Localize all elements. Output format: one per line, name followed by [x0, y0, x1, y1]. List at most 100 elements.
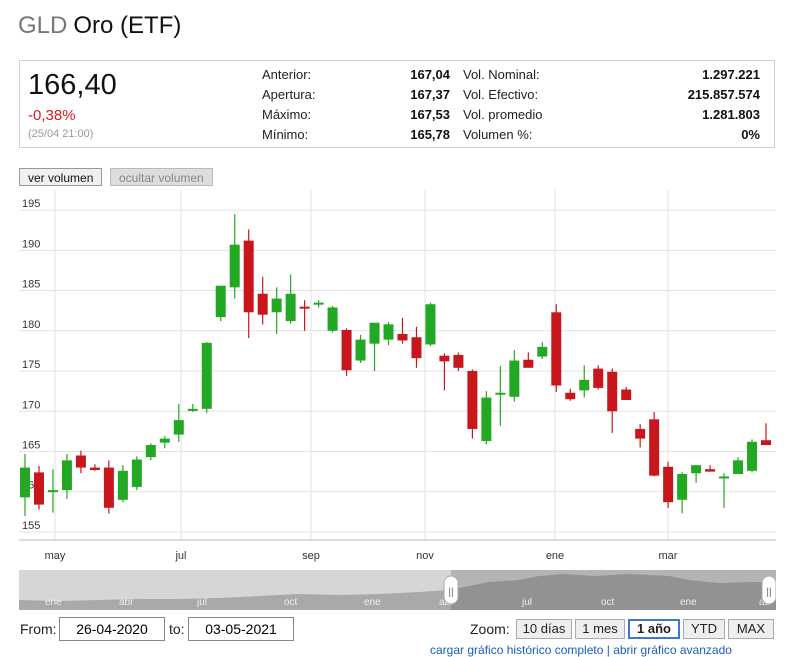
navigator-label: ene	[680, 597, 697, 608]
stat-value-vol-nominal: 1.297.221	[702, 67, 760, 82]
candle-body	[607, 371, 618, 412]
zoom-1-month-button[interactable]: 1 mes	[575, 619, 625, 639]
stat-label-vol-efectivo: Vol. Efectivo:	[463, 87, 539, 102]
candle-body	[145, 445, 156, 458]
stat-label-minimo: Mínimo:	[262, 127, 309, 142]
price-change-percent: -0,38%	[28, 107, 76, 124]
candle-body	[537, 346, 548, 357]
stat-value-vol-promedio: 1.281.803	[702, 107, 760, 122]
ticker-symbol: GLD	[18, 12, 68, 39]
x-tick-label: jul	[174, 550, 186, 562]
candle-body	[481, 397, 492, 442]
candle-body	[425, 304, 436, 345]
quote-summary-box: 166,40 -0,38% (25/04 21:00) Anterior: 16…	[19, 60, 775, 148]
candle-body	[439, 355, 450, 362]
candle-body	[117, 470, 128, 500]
candle-body	[663, 466, 674, 503]
candle-body	[677, 474, 688, 500]
candle-body	[33, 472, 44, 505]
stat-label-vol-nominal: Vol. Nominal:	[463, 67, 540, 82]
instrument-name: Oro (ETF)	[73, 12, 182, 39]
zoom-ytd-button[interactable]: YTD	[683, 619, 725, 639]
range-navigator[interactable]: eneabrjulocteneabrjulocteneab||||	[19, 570, 776, 610]
candle-body	[397, 334, 408, 341]
candle-body	[159, 438, 170, 443]
chart-links[interactable]: cargar gráfico histórico completo | abri…	[430, 643, 732, 657]
candle-body	[747, 441, 758, 471]
y-tick-label: 170	[22, 399, 40, 411]
candle-body	[75, 455, 86, 468]
candle-body	[635, 428, 646, 439]
quote-timestamp: (25/04 21:00)	[28, 128, 94, 140]
stat-label-apertura: Apertura:	[262, 87, 316, 102]
navigator-label: abr	[119, 597, 134, 608]
y-tick-label: 180	[22, 319, 40, 331]
stat-label-anterior: Anterior:	[262, 67, 312, 82]
navigator-label: oct	[284, 597, 298, 608]
stat-value-volumen-pct: 0%	[741, 127, 760, 142]
candle-body	[257, 293, 268, 315]
candle-body	[103, 467, 114, 508]
candle-body	[369, 322, 380, 344]
candle-body	[187, 408, 198, 411]
candle-body	[733, 460, 744, 475]
zoom-10-days-button[interactable]: 10 días	[516, 619, 572, 639]
last-price: 166,40	[28, 69, 117, 101]
candle-body	[215, 285, 226, 318]
handle-grip-icon: ||	[448, 587, 453, 598]
stat-value-vol-efectivo: 215.857.574	[687, 87, 760, 102]
from-date-input[interactable]	[59, 617, 165, 641]
page-title: GLD Oro (ETF)	[18, 12, 181, 40]
y-tick-label: 165	[22, 439, 40, 451]
candle-body	[705, 469, 716, 472]
navigator-label: ene	[45, 597, 62, 608]
y-tick-label: 185	[22, 279, 40, 291]
to-date-input[interactable]	[188, 617, 294, 641]
candle-body	[565, 392, 576, 400]
candle-body	[593, 368, 604, 388]
candle-body	[229, 244, 240, 288]
candle-body	[355, 339, 366, 361]
candle-body	[299, 306, 310, 309]
stat-label-maximo: Máximo:	[262, 107, 312, 122]
candle-body	[20, 467, 30, 498]
x-tick-label: may	[45, 550, 66, 562]
navigator-label: jul	[196, 597, 207, 608]
candle-body	[719, 476, 730, 479]
candle-body	[89, 467, 100, 470]
candle-body	[551, 312, 562, 386]
candle-body	[201, 342, 212, 409]
candle-body	[383, 324, 394, 340]
y-tick-label: 155	[22, 520, 40, 532]
candle-body	[509, 360, 520, 397]
candle-body	[285, 293, 296, 322]
candle-body	[313, 302, 324, 305]
candle-body	[467, 371, 478, 429]
candle-body	[243, 240, 254, 313]
candle-body	[649, 419, 660, 476]
x-tick-label: nov	[416, 550, 434, 562]
show-volume-button[interactable]: ver volumen	[19, 168, 103, 186]
from-label: From:	[20, 621, 57, 637]
candle-body	[341, 329, 352, 371]
candle-body	[453, 354, 464, 368]
zoom-1-year-button[interactable]: 1 año	[628, 619, 680, 639]
y-tick-label: 190	[22, 238, 40, 250]
candlestick-chart[interactable]: 155160165170175180185190195may jul sep nov e…	[0, 190, 795, 565]
x-tick-label: mar	[659, 550, 678, 562]
stat-value-maximo: 167,53	[410, 107, 450, 122]
stat-label-volumen-pct: Volumen %:	[463, 127, 533, 142]
candle-body	[61, 460, 72, 491]
candle-body	[523, 359, 534, 368]
to-label: to:	[169, 621, 185, 637]
navigator-label: ene	[364, 597, 381, 608]
hide-volume-button[interactable]: ocultar volumen	[110, 168, 213, 186]
candle-body	[271, 298, 282, 313]
x-tick-label: sep	[302, 550, 320, 562]
zoom-max-button[interactable]: MAX	[728, 619, 774, 639]
candle-body	[131, 459, 142, 487]
candle-body	[495, 392, 506, 395]
candle-body	[691, 465, 702, 474]
candle-body	[761, 440, 771, 446]
stat-value-anterior: 167,04	[410, 67, 450, 82]
